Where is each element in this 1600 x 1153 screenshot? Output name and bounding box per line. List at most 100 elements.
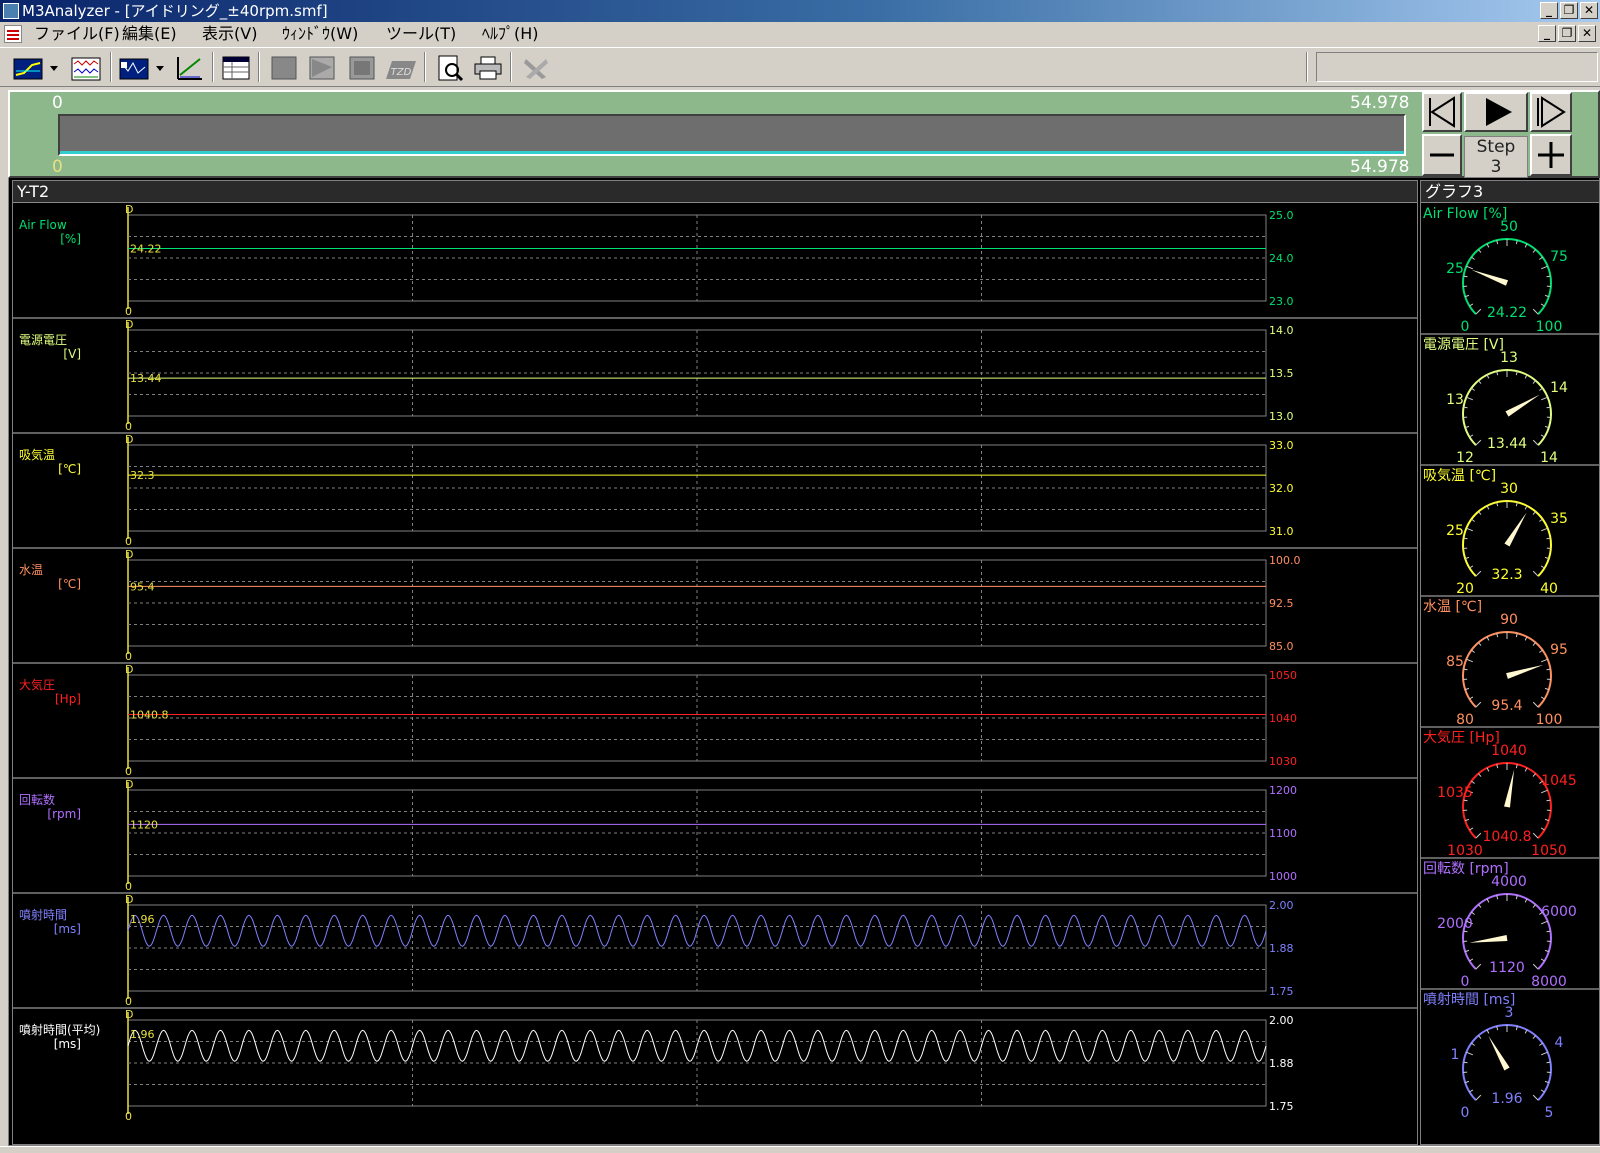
gauge-tick (1532, 904, 1536, 908)
gauge-tick-label: 100 (1536, 712, 1563, 728)
data-table-icon[interactable] (220, 53, 252, 83)
gauge-tick (1532, 832, 1539, 839)
gauge-tick (1475, 308, 1482, 315)
tzd-icon[interactable]: TZD (386, 53, 418, 83)
ruler-measure-icon[interactable] (174, 53, 206, 83)
block-solid-icon[interactable] (268, 53, 300, 83)
gauge-tick (1478, 773, 1482, 777)
restore-button[interactable]: ❐ (1560, 2, 1578, 19)
menu-window[interactable]: ｳｨﾝﾄﾞｳ(W) (282, 22, 358, 46)
gauge-tick-label: 2000 (1437, 916, 1473, 932)
gauge-tick (1469, 958, 1474, 962)
cursor-value: 1040.8 (130, 709, 169, 722)
channel-row-0[interactable]: Air Flow[%]D024.2225.024.023.0 (19, 203, 1294, 318)
gauge-3[interactable]: 水温 [℃] 80 85 90 95 100 95.4 (1421, 595, 1599, 728)
gauge-tick-label: 0 (1461, 1105, 1470, 1121)
y-axis-max: 100.0 (1269, 554, 1301, 567)
gauge-tick (1524, 243, 1528, 248)
gauge-1[interactable]: 電源電圧 [V] 12 13 13 14 14 13.44 (1421, 333, 1599, 466)
y-axis-mid: 13.5 (1269, 367, 1294, 380)
block-triangle-icon[interactable] (306, 53, 338, 83)
gauge-tick-label: 1040 (1491, 743, 1527, 759)
gauge-needle (1469, 935, 1508, 943)
doc-close-button[interactable]: ✕ (1578, 25, 1596, 42)
menu-bar: ファイル(F) 編集(E) 表示(V) ｳｨﾝﾄﾞｳ(W) ツール(T) ﾍﾙﾌ… (0, 22, 1600, 46)
gauge-0[interactable]: Air Flow [%] 0 25 50 75 100 24.22 (1423, 206, 1568, 335)
channel-name: 噴射時間 (19, 907, 67, 922)
y-axis-max: 14.0 (1269, 324, 1294, 337)
gauge-arc (1462, 369, 1552, 446)
gauge-tick (1524, 505, 1528, 510)
y-axis-mid: 32.0 (1269, 482, 1294, 495)
menu-edit[interactable]: 編集(E) (122, 22, 177, 46)
close-button[interactable]: ✕ (1580, 2, 1598, 19)
cursor-value: 13.44 (130, 372, 162, 385)
channel-name: Air Flow (19, 218, 67, 232)
yt-graph-icon[interactable] (12, 53, 44, 83)
document-icon[interactable] (4, 25, 22, 43)
gauge-tick (1463, 1061, 1468, 1064)
gauge-4[interactable]: 大気圧 [Hp] 1030 1035 1040 1045 10501040.8 (1421, 726, 1599, 859)
step-decrease-button[interactable] (1422, 134, 1462, 176)
block-frame-icon[interactable] (346, 53, 378, 83)
timeline-trackbar[interactable] (58, 114, 1406, 156)
print-icon[interactable] (472, 53, 504, 83)
gauge-2[interactable]: 吸気温 [℃] 20 25 30 35 40 32.3 (1421, 464, 1599, 597)
channel-row-5[interactable]: 回転数[rpm]D01120120011001000 (13, 777, 1417, 893)
channel-name: 電源電圧 (19, 333, 67, 347)
gauge-tick-label: 90 (1500, 612, 1518, 628)
gauge-tick (1539, 256, 1543, 260)
channel-row-6[interactable]: 噴射時間[ms]D01.962.001.881.75 (13, 892, 1417, 1008)
step-back-button[interactable] (1422, 92, 1462, 132)
gauge-tick (1540, 527, 1548, 532)
channel-row-2[interactable]: 吸気温[℃]D032.333.032.031.0 (13, 432, 1417, 548)
waveform-list-icon[interactable] (70, 53, 102, 83)
yt-chart-area[interactable]: Air Flow[%]D024.2225.024.023.0電源電圧[V]D01… (13, 203, 1417, 1143)
gauge-tick-label: 85 (1446, 654, 1464, 670)
gauge-arc (1462, 893, 1552, 970)
menu-view[interactable]: 表示(V) (202, 22, 257, 46)
channel-row-4[interactable]: 大気圧[Hp]D01040.8105010401030 (13, 662, 1417, 778)
gauge-tick-label: 0 (1461, 319, 1470, 335)
doc-restore-button[interactable]: ❐ (1558, 25, 1576, 42)
doc-minimize-button[interactable]: _ (1538, 25, 1556, 42)
play-button[interactable] (1464, 92, 1528, 132)
y-axis-mid: 1.88 (1269, 1057, 1294, 1070)
gauge-tick (1466, 265, 1474, 270)
y-axis-max: 2.00 (1269, 1014, 1294, 1027)
gauge-needle (1471, 269, 1509, 286)
print-preview-icon[interactable] (434, 53, 466, 83)
step-forward-button[interactable] (1530, 92, 1572, 132)
gauge-tick (1546, 930, 1551, 933)
dropdown-arrow-icon[interactable] (154, 53, 166, 83)
channel-row-3[interactable]: 水温[℃]D095.4100.092.585.0 (13, 547, 1417, 663)
dropdown-arrow-icon[interactable] (48, 53, 60, 83)
channel-row-1[interactable]: 電源電圧[V]D013.4414.013.513.0 (13, 317, 1417, 433)
gauge-5[interactable]: 回転数 [rpm]020004000600080001120 (1421, 857, 1599, 990)
signal-select-icon[interactable] (118, 53, 150, 83)
step-increase-button[interactable] (1530, 134, 1572, 176)
gauge-tick-label: 13 (1500, 350, 1518, 366)
menu-help[interactable]: ﾍﾙﾌﾟ(H) (482, 22, 539, 46)
gauge-tick (1478, 904, 1482, 908)
app-icon[interactable] (3, 3, 19, 19)
gauge-arc (1462, 1024, 1552, 1101)
gauge-tick (1471, 387, 1475, 391)
menu-file[interactable]: ファイル(F) (34, 22, 120, 46)
gauge-tick (1540, 265, 1548, 270)
channel-row-7[interactable]: 噴射時間(平均)[ms]D01.962.001.881.75 (13, 1007, 1417, 1123)
gauge-tick-label: 25 (1446, 523, 1464, 539)
cursor-value: 1.96 (130, 1028, 155, 1041)
gauge-tick (1540, 920, 1548, 925)
gauge-tick (1540, 1089, 1545, 1093)
minimize-button[interactable]: _ (1540, 2, 1558, 19)
gauge-tick-label: 20 (1456, 581, 1474, 597)
gauge-tick (1524, 767, 1528, 772)
menu-tools[interactable]: ツール(T) (386, 22, 456, 46)
y-axis-mid: 1.88 (1269, 942, 1294, 955)
cursor-value: 32.3 (130, 469, 155, 482)
title-bar: M3Analyzer - [アイドリング_±40rpm.smf] _ ❐ ✕ (0, 0, 1600, 22)
channel-unit: [℃] (58, 462, 81, 476)
gauge-tick (1532, 773, 1536, 777)
gauge-6[interactable]: 噴射時間 [ms] 0 1 3 4 5 1.96 (1421, 988, 1599, 1121)
